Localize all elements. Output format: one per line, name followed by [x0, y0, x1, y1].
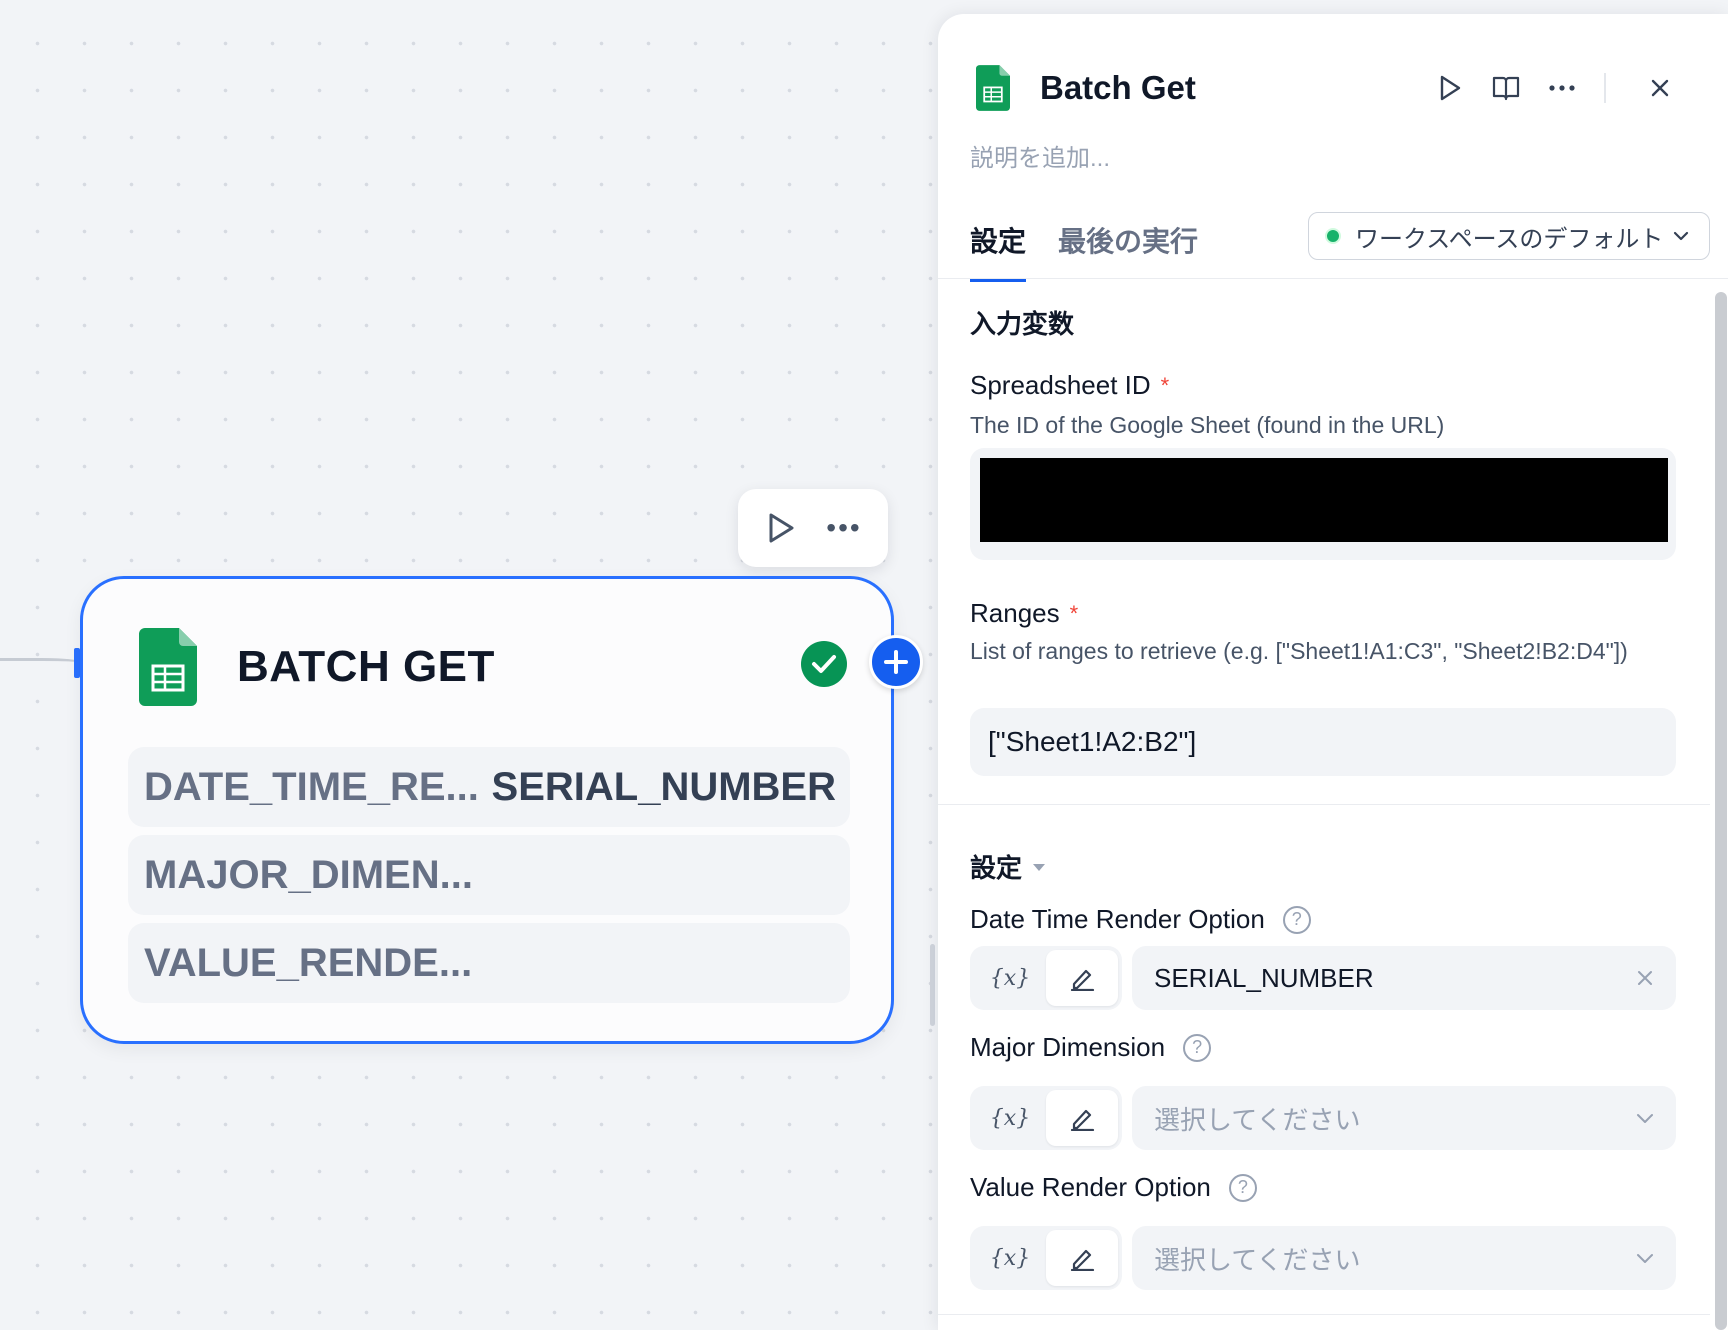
- help-icon[interactable]: ?: [1228, 1173, 1257, 1202]
- select-placeholder: 選択してください: [1154, 1104, 1361, 1135]
- chevron-down-icon: [1636, 1252, 1654, 1264]
- date-time-render-option-row: {x} SERIAL_NUMBER: [970, 946, 1676, 1010]
- close-panel-button[interactable]: [1632, 70, 1688, 106]
- ranges-input[interactable]: ["Sheet1!A2:B2"]: [970, 708, 1676, 776]
- settings-heading: 設定: [970, 853, 1023, 883]
- chevron-down-icon: [1674, 231, 1689, 241]
- section-divider: [938, 804, 1710, 805]
- play-icon: [1440, 75, 1461, 101]
- more-horizontal-icon: [1549, 85, 1575, 91]
- more-options-button[interactable]: [1534, 70, 1590, 106]
- help-icon[interactable]: ?: [1183, 1033, 1212, 1062]
- required-mark: *: [1160, 372, 1170, 398]
- section-divider: [938, 1314, 1710, 1315]
- pencil-icon: [1070, 969, 1095, 991]
- variable-mode-button[interactable]: {x}: [974, 950, 1046, 1006]
- success-check-icon: [801, 641, 847, 687]
- value-render-option-select[interactable]: 選択してください: [1132, 1226, 1676, 1290]
- tab-last-run[interactable]: 最後の実行: [1058, 220, 1198, 282]
- status-dot: [1325, 228, 1341, 244]
- variable-mode-button[interactable]: {x}: [974, 1090, 1046, 1146]
- param-label: MAJOR_DIMEN...: [144, 852, 473, 897]
- docs-button[interactable]: [1478, 70, 1534, 106]
- close-icon: [1638, 971, 1652, 985]
- variable-mode-button[interactable]: {x}: [974, 1230, 1046, 1286]
- spreadsheet-id-label: Spreadsheet ID *: [970, 370, 1169, 401]
- plus-icon: [884, 650, 908, 674]
- panel-tabs: 設定 最後の実行: [970, 220, 1198, 282]
- connection-edge: [0, 658, 84, 668]
- node-header: BATCH GET: [139, 625, 851, 709]
- tab-settings[interactable]: 設定: [970, 220, 1027, 282]
- pencil-icon: [1070, 1249, 1095, 1271]
- environment-label: ワークスペースのデフォルト: [1355, 225, 1664, 253]
- ranges-value: ["Sheet1!A2:B2"]: [988, 726, 1197, 757]
- book-icon: [1492, 76, 1520, 101]
- pencil-icon: [1070, 1109, 1095, 1131]
- date-time-render-option-select[interactable]: SERIAL_NUMBER: [1132, 946, 1676, 1010]
- input-mode-toggle: {x}: [970, 1226, 1122, 1290]
- value-render-option-row: {x} 選択してください: [970, 1226, 1676, 1290]
- spreadsheet-id-help: The ID of the Google Sheet (found in the…: [970, 412, 1445, 438]
- panel-header: Batch Get: [976, 50, 1728, 126]
- node-param-row: VALUE_RENDE...: [128, 923, 850, 1003]
- value-render-option-label: Value Render Option ?: [970, 1172, 1257, 1203]
- spreadsheet-id-input[interactable]: [970, 448, 1676, 560]
- date-time-render-option-label: Date Time Render Option ?: [970, 904, 1311, 935]
- chevron-down-icon: [1636, 1112, 1654, 1124]
- add-next-node-button[interactable]: [869, 635, 923, 689]
- node-toolbar: •••: [738, 489, 888, 567]
- node-param-row: DATE_TIME_RE... SERIAL_NUMBER: [128, 747, 850, 827]
- major-dimension-row: {x} 選択してください: [970, 1086, 1676, 1150]
- clear-selection-button[interactable]: [1636, 969, 1654, 987]
- field-label-text: Date Time Render Option: [970, 904, 1265, 934]
- input-variables-heading: 入力変数: [970, 309, 1075, 339]
- run-step-button[interactable]: [1422, 70, 1478, 106]
- panel-title[interactable]: Batch Get: [1040, 69, 1196, 107]
- panel-actions: [1422, 70, 1688, 106]
- input-mode-toggle: {x}: [970, 1086, 1122, 1150]
- description-input[interactable]: 説明を追加...: [970, 138, 1110, 173]
- manual-mode-button[interactable]: [1046, 950, 1118, 1006]
- ranges-help: List of ranges to retrieve (e.g. ["Sheet…: [970, 638, 1628, 664]
- google-sheets-icon: [139, 628, 197, 706]
- input-mode-toggle: {x}: [970, 946, 1122, 1010]
- param-label: DATE_TIME_RE...: [144, 764, 479, 809]
- node-title: BATCH GET: [237, 642, 495, 691]
- select-placeholder: 選択してください: [1154, 1244, 1361, 1275]
- batch-get-node[interactable]: BATCH GET DATE_TIME_RE... SERIAL_NUMBER …: [80, 576, 923, 1044]
- tabs-divider: [938, 278, 1728, 279]
- panel-scrollbar[interactable]: [1712, 282, 1728, 1330]
- redacted-value: [980, 458, 1668, 542]
- node-more-button[interactable]: •••: [826, 514, 861, 542]
- play-icon: [769, 513, 794, 543]
- required-mark: *: [1069, 600, 1079, 626]
- manual-mode-button[interactable]: [1046, 1090, 1118, 1146]
- run-node-button[interactable]: [764, 511, 798, 545]
- google-sheets-icon: [976, 65, 1010, 111]
- field-label-text: Ranges: [970, 598, 1060, 628]
- node-param-row: MAJOR_DIMEN...: [128, 835, 850, 915]
- help-icon[interactable]: ?: [1282, 905, 1311, 934]
- field-label-text: Major Dimension: [970, 1032, 1166, 1062]
- manual-mode-button[interactable]: [1046, 1230, 1118, 1286]
- caret-down-icon: [1033, 863, 1046, 871]
- field-label-text: Value Render Option: [970, 1172, 1211, 1202]
- field-label-text: Spreadsheet ID: [970, 370, 1151, 400]
- selected-value: SERIAL_NUMBER: [1154, 962, 1374, 993]
- actions-divider: [1604, 73, 1606, 103]
- ranges-label: Ranges *: [970, 598, 1078, 629]
- node-settings-panel: Batch Get 説明を追加... 設定 最後の実行 ワークスペースのデフォル…: [938, 14, 1728, 1330]
- param-value: SERIAL_NUMBER: [491, 764, 836, 809]
- close-icon: [1651, 79, 1669, 97]
- panel-resize-handle[interactable]: [930, 944, 935, 1026]
- major-dimension-label: Major Dimension ?: [970, 1032, 1212, 1063]
- major-dimension-select[interactable]: 選択してください: [1132, 1086, 1676, 1150]
- settings-section-toggle[interactable]: 設定: [970, 848, 1046, 885]
- param-label: VALUE_RENDE...: [144, 940, 473, 985]
- environment-select[interactable]: ワークスペースのデフォルト: [1308, 212, 1710, 260]
- scrollbar-thumb[interactable]: [1715, 292, 1727, 1330]
